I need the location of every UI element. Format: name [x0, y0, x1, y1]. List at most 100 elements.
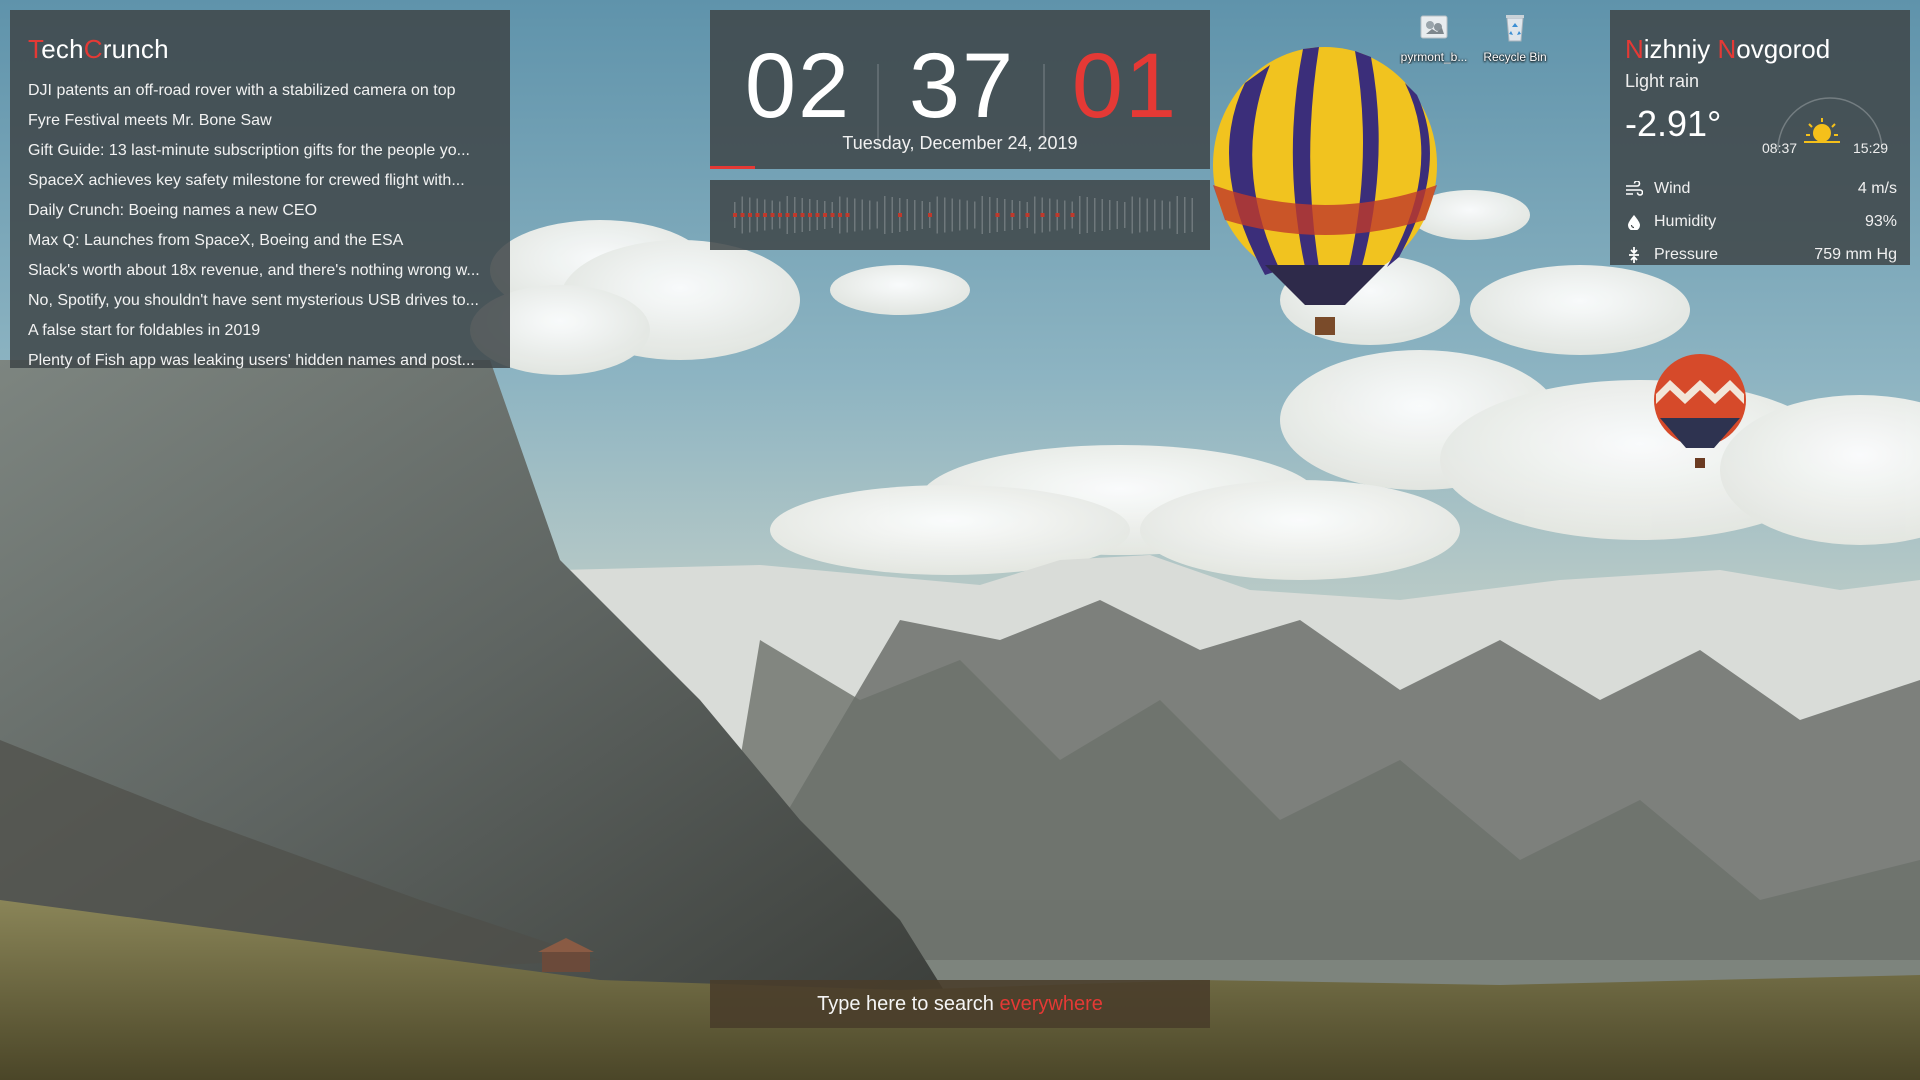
visualizer-bar: [1109, 200, 1111, 230]
wind-icon: [1626, 181, 1643, 196]
visualizer-bar: [1176, 196, 1178, 234]
visualizer-peak: [748, 213, 752, 217]
sun-icon: [1804, 118, 1840, 143]
humidity-value: 93%: [1864, 213, 1897, 230]
desktop-icon-label: pyrmont_b...: [1400, 50, 1468, 64]
news-item[interactable]: DJI patents an off-road rover with a sta…: [28, 76, 500, 106]
weather-city[interactable]: Nizhniy Novgorod: [1625, 34, 1830, 65]
visualizer-bar: [914, 200, 916, 230]
search-placeholder: Type here to search everywhere: [710, 980, 1210, 1028]
clock-hours: 02: [744, 35, 852, 137]
news-item[interactable]: A false start for foldables in 2019: [28, 316, 500, 346]
visualizer-peak: [808, 213, 812, 217]
news-item[interactable]: Plenty of Fish app was leaking users' hi…: [28, 346, 500, 376]
news-item[interactable]: SpaceX achieves key safety milestone for…: [28, 166, 500, 196]
audio-visualizer: [710, 180, 1210, 250]
pressure-value: 759 mm Hg: [1814, 246, 1897, 263]
search-placeholder-highlight: everywhere: [999, 993, 1103, 1015]
clock-widget: 02 37 01 Tuesday, December 24, 2019: [710, 10, 1210, 169]
title-accent-letter: T: [28, 34, 42, 64]
visualizer-bar: [1116, 201, 1118, 229]
visualizer-bar: [854, 198, 856, 232]
news-item[interactable]: No, Spotify, you shouldn't have sent mys…: [28, 286, 500, 316]
visualizer-bar: [951, 198, 953, 232]
image-file-icon: [1417, 10, 1451, 44]
visualizer-peak: [823, 213, 827, 217]
weather-row-pressure: Pressure 759 mm Hg: [1625, 238, 1897, 271]
desktop-icon-pyrmont[interactable]: pyrmont_b...: [1396, 10, 1472, 64]
visualizer-bar: [1034, 196, 1036, 234]
weather-widget: Nizhniy Novgorod Light rain -2.91° 08:37…: [1610, 10, 1910, 265]
clock-digits: 02 37 01: [710, 35, 1210, 148]
visualizer-peak: [778, 213, 782, 217]
visualizer-peak: [815, 213, 820, 217]
visualizer-bar: [966, 200, 968, 230]
weather-temperature: -2.91°: [1625, 103, 1722, 144]
news-item[interactable]: Max Q: Launches from SpaceX, Boeing and …: [28, 226, 500, 256]
visualizer-peak: [763, 213, 767, 217]
visualizer-peak: [995, 213, 1000, 217]
weather-row-wind: Wind 4 m/s: [1625, 172, 1897, 205]
visualizer-peak: [838, 213, 842, 217]
desktop-icon-label: Recycle Bin: [1483, 50, 1547, 64]
visualizer-bar: [1049, 198, 1051, 232]
visualizer-bar: [1101, 199, 1103, 231]
humidity-label: Humidity: [1654, 213, 1717, 230]
sunrise-time: 08:37: [1762, 140, 1798, 156]
visualizer-bar: [1094, 198, 1096, 232]
title-text: runch: [102, 34, 169, 64]
sunset-time: 15:29: [1853, 140, 1889, 156]
wind-value: 4 m/s: [1857, 180, 1897, 197]
news-item[interactable]: Gift Guide: 13 last-minute subscription …: [28, 136, 500, 166]
visualizer-peak: [1025, 213, 1030, 217]
city-accent-letter: N: [1625, 34, 1644, 64]
visualizer-bar: [944, 197, 946, 233]
wind-label: Wind: [1654, 180, 1691, 197]
visualizer-peak: [898, 213, 902, 217]
visualizer-peak: [845, 213, 850, 217]
visualizer-bar: [869, 200, 871, 230]
clock-seconds: 01: [1071, 35, 1179, 137]
news-item[interactable]: Fyre Festival meets Mr. Bone Saw: [28, 106, 500, 136]
search-bar[interactable]: Type here to search everywhere: [710, 980, 1210, 1028]
pressure-icon: [1629, 247, 1639, 263]
visualizer-bar: [1019, 201, 1021, 229]
visualizer-bar: [989, 197, 991, 233]
news-source-title[interactable]: TechCrunch: [28, 34, 169, 65]
visualizer-bar: [921, 201, 923, 229]
news-item[interactable]: Daily Crunch: Boeing names a new CEO: [28, 196, 500, 226]
city-text: izhniy: [1643, 34, 1718, 64]
visualizer-bar: [1124, 202, 1126, 228]
visualizer-bar: [861, 199, 863, 231]
title-accent-letter: C: [83, 34, 103, 64]
visualizer-bar: [1131, 196, 1133, 234]
visualizer-peak: [1055, 213, 1060, 217]
visualizer-peak: [793, 213, 797, 217]
weather-condition: Light rain: [1625, 71, 1700, 91]
weather-row-humidity: Humidity 93%: [1625, 205, 1897, 238]
visualizer-peak: [830, 213, 835, 217]
city-text: ovgorod: [1736, 34, 1831, 64]
clock-date: Tuesday, December 24, 2019: [842, 133, 1078, 153]
visualizer-peak: [755, 213, 760, 217]
visualizer-bar: [981, 196, 983, 234]
visualizer-bar: [1154, 199, 1156, 231]
news-item[interactable]: Slack's worth about 18x revenue, and the…: [28, 256, 500, 286]
visualizer-bar: [884, 196, 886, 234]
visualizer-bar: [876, 201, 878, 229]
recycle-bin-icon: [1498, 10, 1532, 44]
clock-minutes: 37: [908, 35, 1016, 137]
news-widget: TechCrunch DJI patents an off-road rover…: [10, 10, 510, 369]
visualizer-peak: [800, 213, 805, 217]
search-placeholder-text: Type here to search: [817, 993, 1000, 1015]
weather-details: Wind 4 m/s Humidity 93% Pressure 759 mm …: [1625, 172, 1897, 271]
city-accent-letter: N: [1717, 34, 1737, 64]
visualizer-bar: [1184, 197, 1186, 233]
seconds-progress-bar: [710, 166, 755, 169]
visualizer-peak: [733, 213, 737, 217]
visualizer-peak: [740, 213, 745, 217]
desktop-icon-recycle-bin[interactable]: Recycle Bin: [1477, 10, 1553, 64]
pressure-label: Pressure: [1654, 246, 1719, 263]
visualizer-bar: [1064, 200, 1066, 230]
visualizer-peak: [785, 213, 790, 217]
